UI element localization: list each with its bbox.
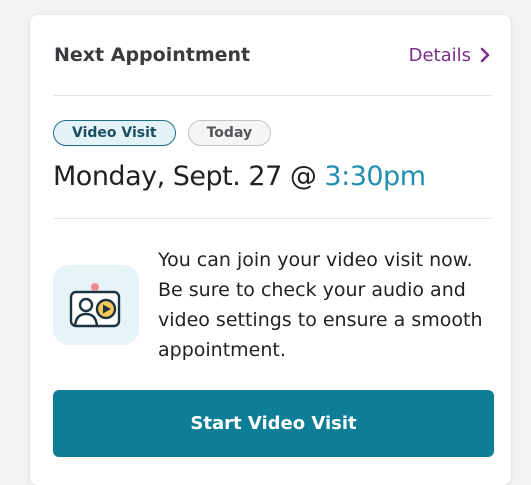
divider — [54, 218, 491, 219]
appointment-time: 3:30pm — [324, 161, 426, 192]
video-visit-message: You can join your video visit now. Be su… — [158, 249, 483, 361]
details-link[interactable]: Details — [409, 45, 491, 66]
appointment-badges: Video Visit Today — [53, 120, 272, 146]
today-badge: Today — [187, 120, 272, 146]
chevron-right-icon — [479, 47, 491, 63]
start-video-visit-button[interactable]: Start Video Visit — [53, 390, 494, 457]
details-label: Details — [408, 44, 471, 66]
appointment-datetime: Monday, Sept. 27 @ 3:30pm — [53, 161, 426, 192]
video-call-icon — [53, 265, 139, 345]
next-appointment-card: Next Appointment Details Video Visit Tod… — [30, 15, 511, 485]
video-visit-badge: Video Visit — [53, 120, 176, 146]
card-header: Next Appointment Details — [54, 15, 491, 96]
card-title: Next Appointment — [54, 44, 251, 66]
appointment-date: Monday, Sept. 27 @ — [53, 161, 325, 192]
